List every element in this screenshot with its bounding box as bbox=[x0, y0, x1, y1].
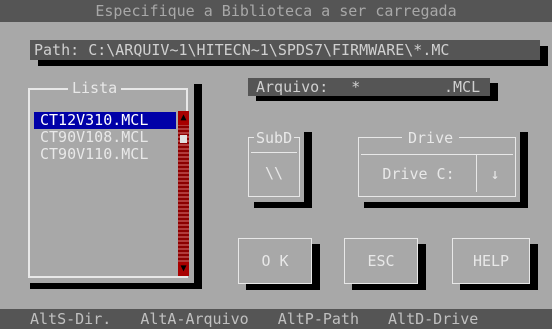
scroll-down-icon[interactable]: ▼ bbox=[178, 262, 189, 276]
path-value: C:\ARQUIV~1\HITECN~1\SPDS7\FIRMWARE\*.MC bbox=[88, 41, 450, 59]
shortcut-dir: AltS-Dir. bbox=[30, 310, 112, 328]
scroll-thumb[interactable] bbox=[180, 135, 187, 143]
esc-button[interactable]: ESC bbox=[344, 238, 418, 284]
scroll-up-icon[interactable]: ▲ bbox=[178, 111, 189, 125]
file-list-title: Lista bbox=[68, 80, 122, 96]
list-item[interactable]: CT90V108.MCL bbox=[34, 129, 176, 146]
window-title: Especifique a Biblioteca a ser carregada bbox=[0, 0, 552, 22]
shortcut-drive: AltD-Drive bbox=[388, 310, 479, 328]
shortcut-path: AltP-Path bbox=[277, 310, 359, 328]
help-button[interactable]: HELP bbox=[452, 238, 530, 284]
filename-value: * bbox=[351, 78, 361, 96]
filename-label: Arquivo: bbox=[256, 78, 329, 96]
shortcut-arquivo: AltA-Arquivo bbox=[140, 310, 249, 328]
path-label: Path: bbox=[34, 41, 80, 59]
subdir-button[interactable]: \\ bbox=[251, 152, 297, 192]
drive-title: Drive bbox=[402, 130, 460, 146]
status-bar: AltS-Dir. AltA-Arquivo AltP-Path AltD-Dr… bbox=[0, 309, 552, 329]
list-item[interactable]: CT90V110.MCL bbox=[34, 146, 176, 163]
ok-button[interactable]: O K bbox=[238, 238, 312, 284]
filename-field[interactable]: Arquivo: * .MCL bbox=[248, 78, 490, 96]
path-field[interactable]: Path: C:\ARQUIV~1\HITECN~1\SPDS7\FIRMWAR… bbox=[30, 40, 540, 60]
list-item[interactable]: CT12V310.MCL bbox=[34, 112, 176, 129]
drive-dropdown-arrow-icon[interactable]: ↓ bbox=[477, 154, 513, 192]
drive-select[interactable]: Drive C: bbox=[361, 154, 477, 192]
filename-extension: .MCL bbox=[444, 78, 481, 96]
subdir-title: SubD bbox=[254, 129, 295, 147]
